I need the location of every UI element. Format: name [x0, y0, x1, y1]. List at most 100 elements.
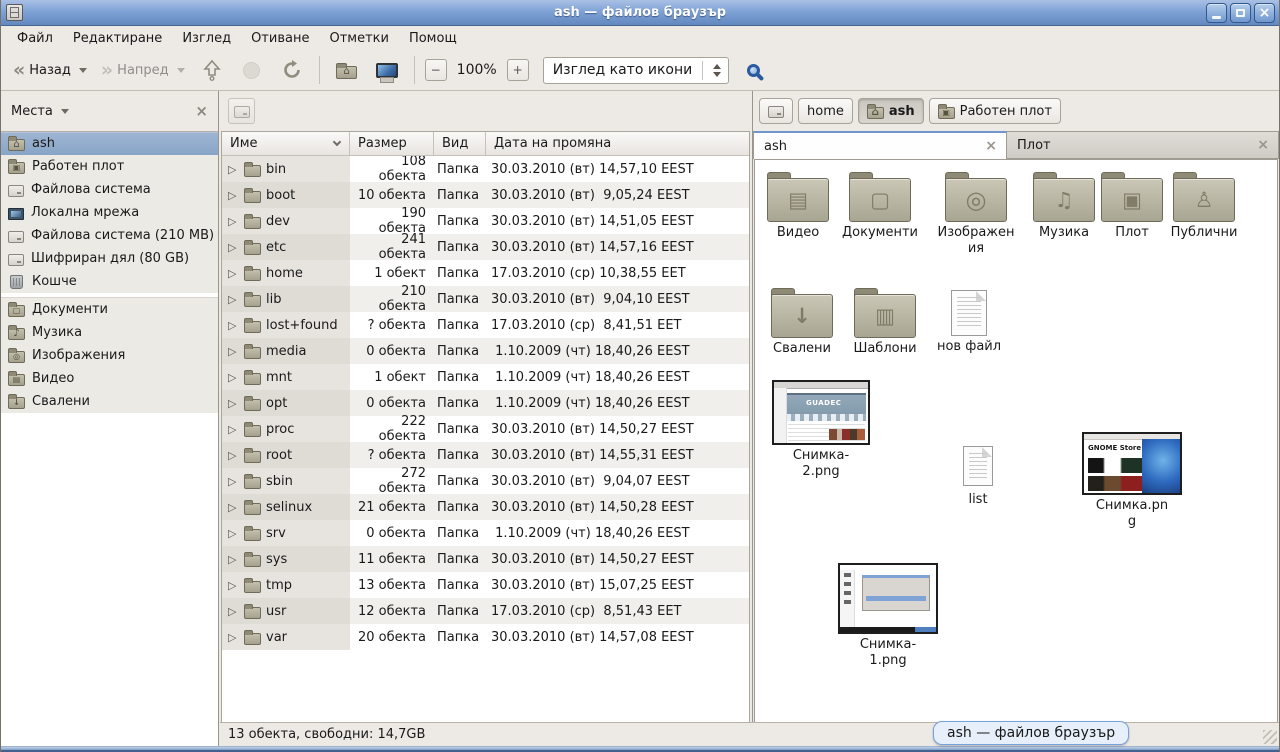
expander-icon[interactable]: ▷ — [228, 579, 239, 592]
image-item[interactable]: Снимка-1.png — [835, 563, 941, 670]
expander-icon[interactable]: ▷ — [228, 241, 239, 254]
file-item[interactable]: list — [939, 446, 1017, 508]
sidebar-title[interactable]: Места — [11, 104, 53, 119]
sidebar-item[interactable]: Работен плот — [1, 155, 218, 178]
expander-icon[interactable]: ▷ — [228, 553, 239, 566]
back-button[interactable]: « Назад — [9, 59, 91, 82]
table-row[interactable]: ▷ dev 190 обекта Папка 30.03.2010 (вт) 1… — [222, 208, 749, 234]
expander-icon[interactable]: ▷ — [228, 267, 239, 280]
image-item[interactable]: GUADEC Снимка-2.png — [769, 380, 873, 481]
expander-icon[interactable]: ▷ — [228, 163, 239, 176]
menu-item[interactable]: Помощ — [399, 28, 467, 49]
folder-item[interactable]: Свалени — [759, 288, 845, 357]
table-row[interactable]: ▷ var 20 обекта Папка 30.03.2010 (вт) 14… — [222, 624, 749, 650]
icon-view[interactable]: Видео Документи — [754, 159, 1278, 722]
tab-close-icon[interactable]: × — [1257, 137, 1269, 153]
table-row[interactable]: ▷ root ? обекта Папка 30.03.2010 (вт) 14… — [222, 442, 749, 468]
breadcrumb-button[interactable]: Работен плот — [929, 98, 1061, 124]
zoom-out-button[interactable]: − — [425, 59, 447, 81]
sidebar-item[interactable]: Шифриран дял (80 GB) — [1, 247, 218, 270]
sidebar-close-icon[interactable]: × — [195, 102, 208, 120]
table-row[interactable]: ▷ tmp 13 обекта Папка 30.03.2010 (вт) 15… — [222, 572, 749, 598]
root-drive-button[interactable] — [228, 98, 255, 124]
table-row[interactable]: ▷ media 0 обекта Папка 1.10.2009 (чт) 18… — [222, 338, 749, 364]
folder-item[interactable]: Изображения — [933, 172, 1019, 258]
expander-icon[interactable]: ▷ — [228, 501, 239, 514]
expander-icon[interactable]: ▷ — [228, 345, 239, 358]
column-header-date[interactable]: Дата на промяна — [486, 132, 749, 155]
tab-plot[interactable]: Плот × — [1007, 131, 1279, 159]
forward-button[interactable]: » Напред — [97, 59, 189, 82]
table-row[interactable]: ▷ usr 12 обекта Папка 17.03.2010 (ср) 8,… — [222, 598, 749, 624]
maximize-button[interactable] — [1230, 3, 1251, 23]
search-icon[interactable] — [747, 64, 760, 77]
expander-icon[interactable]: ▷ — [228, 631, 239, 644]
file-item[interactable]: нов файл — [926, 288, 1012, 355]
folder-item[interactable]: Шаблони — [842, 288, 928, 357]
expander-icon[interactable]: ▷ — [228, 449, 239, 462]
sidebar-item[interactable]: Файлова система (210 MB) — [1, 224, 218, 247]
menu-item[interactable]: Редактиране — [63, 28, 172, 49]
tab-ash[interactable]: ash × — [753, 131, 1007, 159]
table-row[interactable]: ▷ etc 241 обекта Папка 30.03.2010 (вт) 1… — [222, 234, 749, 260]
breadcrumb-button[interactable] — [759, 98, 793, 124]
menu-item[interactable]: Отметки — [319, 28, 398, 49]
folder-item[interactable]: Публични — [1161, 172, 1247, 241]
computer-button[interactable] — [370, 55, 404, 85]
table-row[interactable]: ▷ selinux 21 обекта Папка 30.03.2010 (вт… — [222, 494, 749, 520]
table-row[interactable]: ▷ lib 210 обекта Папка 30.03.2010 (вт) 9… — [222, 286, 749, 312]
table-row[interactable]: ▷ sys 11 обекта Папка 30.03.2010 (вт) 14… — [222, 546, 749, 572]
tab-close-icon[interactable]: × — [985, 138, 997, 154]
sidebar-item[interactable]: Музика — [1, 321, 218, 344]
breadcrumb-button[interactable]: ash — [858, 98, 924, 124]
table-row[interactable]: ▷ bin 108 обекта Папка 30.03.2010 (вт) 1… — [222, 156, 749, 182]
up-button[interactable] — [195, 55, 229, 85]
expander-icon[interactable]: ▷ — [228, 371, 239, 384]
column-header-size[interactable]: Размер — [350, 132, 434, 155]
menu-item[interactable]: Изглед — [172, 28, 241, 49]
reload-button[interactable] — [275, 55, 309, 85]
view-mode-select[interactable]: Изглед като икони — [543, 57, 730, 84]
breadcrumb-button[interactable]: home — [798, 98, 853, 124]
zoom-in-button[interactable]: + — [507, 59, 529, 81]
expander-icon[interactable]: ▷ — [228, 423, 239, 436]
home-button[interactable] — [330, 55, 364, 85]
expander-icon[interactable]: ▷ — [228, 397, 239, 410]
expander-icon[interactable]: ▷ — [228, 293, 239, 306]
resize-grip[interactable] — [1263, 730, 1277, 744]
expander-icon[interactable]: ▷ — [228, 527, 239, 540]
expander-icon[interactable]: ▷ — [228, 605, 239, 618]
menu-item[interactable]: Отиване — [241, 28, 319, 49]
sidebar-item[interactable]: Файлова система — [1, 178, 218, 201]
expander-icon[interactable]: ▷ — [228, 319, 239, 332]
table-row[interactable]: ▷ srv 0 обекта Папка 1.10.2009 (чт) 18,4… — [222, 520, 749, 546]
expander-icon[interactable]: ▷ — [228, 475, 239, 488]
back-dropdown-icon[interactable] — [79, 68, 87, 73]
sidebar-item[interactable]: ash — [1, 132, 218, 155]
sidebar-item[interactable]: Видео — [1, 367, 218, 390]
table-row[interactable]: ▷ sbin 272 обекта Папка 30.03.2010 (вт) … — [222, 468, 749, 494]
folder-item[interactable]: Документи — [837, 172, 923, 241]
image-item[interactable]: GNOME Store Снимка.png — [1079, 432, 1185, 531]
table-row[interactable]: ▷ home 1 обект Папка 17.03.2010 (ср) 10,… — [222, 260, 749, 286]
table-row[interactable]: ▷ lost+found ? обекта Папка 17.03.2010 (… — [222, 312, 749, 338]
table-row[interactable]: ▷ boot 10 обекта Папка 30.03.2010 (вт) 9… — [222, 182, 749, 208]
table-row[interactable]: ▷ proc 222 обекта Папка 30.03.2010 (вт) … — [222, 416, 749, 442]
sidebar-item[interactable]: Свалени — [1, 390, 218, 413]
minimize-button[interactable] — [1206, 3, 1227, 23]
forward-dropdown-icon[interactable] — [177, 68, 185, 73]
sidebar-item[interactable]: Документи — [1, 298, 218, 321]
folder-item[interactable]: Видео — [755, 172, 841, 241]
expander-icon[interactable]: ▷ — [228, 189, 239, 202]
close-button[interactable]: × — [1254, 3, 1275, 23]
column-header-name[interactable]: Име — [222, 132, 350, 155]
table-row[interactable]: ▷ opt 0 обекта Папка 1.10.2009 (чт) 18,4… — [222, 390, 749, 416]
sidebar-item[interactable]: Кошче — [1, 270, 218, 293]
title-bar[interactable]: ash — файлов браузър × — [1, 0, 1279, 26]
stop-button[interactable] — [235, 55, 269, 85]
table-row[interactable]: ▷ mnt 1 обект Папка 1.10.2009 (чт) 18,40… — [222, 364, 749, 390]
sidebar-item[interactable]: Локална мрежа — [1, 201, 218, 224]
expander-icon[interactable]: ▷ — [228, 215, 239, 228]
column-header-type[interactable]: Вид — [434, 132, 486, 155]
sidebar-selector-icon[interactable] — [61, 109, 69, 114]
